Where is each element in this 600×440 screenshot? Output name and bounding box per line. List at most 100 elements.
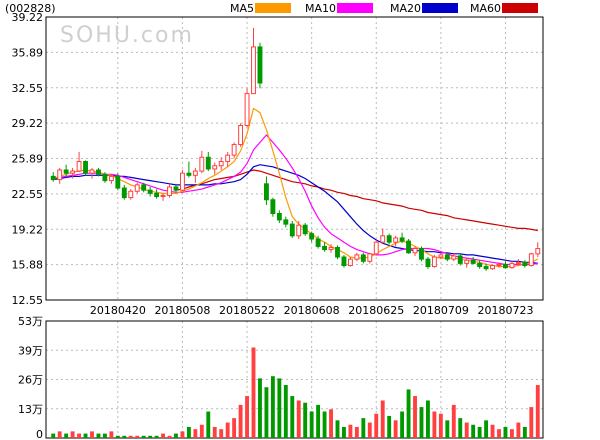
candle-body — [134, 184, 140, 192]
candle-body — [490, 265, 495, 270]
candle-body — [160, 194, 166, 198]
price-y-axis: 39.22 35.89 32.55 29.22 25.89 22.55 19.22 15.88… — [12, 11, 44, 307]
volume-bar — [484, 420, 489, 438]
volume-bar — [406, 389, 411, 438]
candle-body — [509, 262, 515, 269]
date-tick-label: 20180709 — [413, 304, 469, 317]
date-tick-label: 20180508 — [154, 304, 210, 317]
date-tick-label: 20180420 — [90, 304, 146, 317]
candle — [419, 246, 424, 262]
date-tick-label: 20180625 — [348, 304, 404, 317]
volume-bar — [329, 409, 333, 438]
candle-body — [354, 254, 360, 260]
sohu-watermark: SOHU.com — [60, 23, 194, 48]
date-tick-label: 20180608 — [284, 304, 340, 317]
candle-body — [108, 175, 114, 182]
candle-body — [347, 258, 353, 267]
candle-body — [535, 248, 541, 255]
volume-bar — [451, 404, 456, 438]
candle-body — [360, 254, 366, 262]
volume-bar — [471, 424, 476, 438]
candle-body — [102, 173, 108, 182]
candle-body — [464, 259, 470, 264]
volume-bar — [277, 378, 282, 438]
candle-body — [225, 154, 231, 163]
candle-body — [205, 156, 211, 170]
candle-body — [96, 169, 101, 175]
candle-body — [425, 258, 431, 268]
volume-bar — [77, 433, 82, 438]
candle-body — [322, 245, 328, 251]
volume-bar — [283, 385, 288, 438]
candle-body — [302, 224, 308, 235]
volume-bar — [535, 385, 540, 438]
volume-bar — [135, 435, 140, 438]
volume-bar — [303, 402, 308, 438]
candle-body — [412, 248, 418, 254]
volume-bar — [393, 420, 398, 438]
volume-bar — [516, 422, 521, 438]
candle-body — [386, 235, 392, 243]
legend-swatch-ma60 — [502, 3, 538, 13]
volume-tick-label: 39万 — [18, 344, 43, 357]
candle — [180, 170, 185, 192]
volume-bar — [509, 429, 514, 438]
candle-body — [147, 189, 153, 194]
volume-bar — [141, 435, 146, 438]
legend-label-ma10: MA10 — [305, 2, 336, 15]
volume-bar — [180, 431, 185, 438]
price-tick-label: 35.89 — [12, 46, 44, 59]
candle-body — [186, 172, 192, 176]
candle-body — [251, 46, 256, 95]
volume-bar — [122, 435, 127, 438]
chart-background — [0, 0, 600, 440]
volume-bar — [342, 426, 346, 438]
volume-bar — [264, 387, 269, 438]
volume-bar — [225, 422, 230, 438]
date-tick-label: 20180522 — [219, 304, 275, 317]
candle-body — [451, 255, 457, 260]
candle-body — [399, 237, 405, 242]
volume-bar — [70, 431, 75, 438]
candle-body — [180, 172, 185, 191]
volume-bar — [497, 429, 501, 438]
candle — [270, 197, 276, 217]
date-x-axis: 20180420 20180508 20180522 20180608 20180625… — [90, 304, 534, 317]
candle — [431, 254, 437, 268]
candle-body — [89, 169, 95, 174]
candle — [257, 42, 263, 89]
candle — [406, 238, 411, 254]
candle-body — [406, 240, 411, 254]
volume-bar — [174, 433, 178, 438]
candle-body — [263, 183, 269, 201]
candle-body — [393, 237, 399, 243]
volume-bar — [309, 411, 314, 438]
candle-body — [341, 256, 347, 267]
candle-body — [503, 263, 508, 269]
candle — [302, 223, 308, 236]
volume-bar — [529, 407, 534, 438]
volume-tick-label: 53万 — [18, 315, 43, 328]
volume-bar — [96, 433, 101, 438]
volume-bar — [296, 400, 301, 438]
candle — [457, 253, 463, 266]
volume-bar — [186, 426, 191, 438]
candle — [83, 160, 88, 176]
volume-bar — [219, 429, 224, 438]
candle-body — [83, 161, 88, 174]
candle-body — [328, 246, 334, 251]
volume-bar — [206, 411, 211, 438]
legend-swatch-ma10 — [337, 3, 373, 13]
volume-bar — [128, 435, 133, 438]
candle-body — [70, 170, 76, 174]
volume-bar — [426, 400, 430, 438]
volume-bar — [232, 418, 237, 438]
candle-body — [431, 256, 437, 268]
volume-bar — [251, 347, 256, 438]
volume-bar — [400, 411, 405, 438]
candle — [528, 252, 534, 267]
volume-bar — [387, 415, 392, 438]
candle-body — [244, 93, 250, 126]
volume-bar — [290, 396, 295, 438]
candle-body — [141, 184, 147, 191]
